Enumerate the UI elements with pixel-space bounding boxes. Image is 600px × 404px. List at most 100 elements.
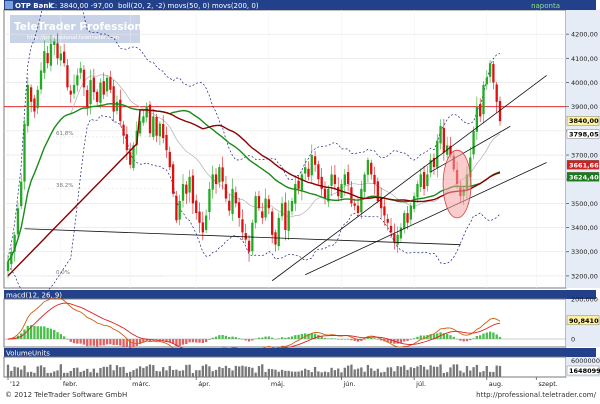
candle-body (23, 123, 26, 182)
volume-bar (386, 367, 389, 377)
volume-bar (53, 371, 56, 377)
candle-body (122, 124, 125, 136)
volume-bar (307, 370, 310, 377)
volume-bar (16, 367, 20, 377)
candle-body (112, 86, 115, 112)
macd-histogram-bar (218, 335, 221, 339)
candle-body (89, 80, 92, 105)
candle-body (370, 162, 373, 175)
candle-body (29, 87, 33, 102)
volume-bar (82, 370, 86, 377)
volume-bar (469, 370, 472, 377)
time-tick-label: máj. (271, 380, 285, 388)
macd-histogram-bar (99, 339, 102, 346)
price-tick-label: 4200,00 (571, 31, 598, 39)
candle-body (26, 84, 29, 127)
macd-histogram-bar (498, 336, 502, 339)
candle-body (317, 164, 320, 180)
volume-bar (389, 367, 393, 377)
volume-bar (327, 372, 330, 377)
chart-canvas: OTP Bank C: 3840,00 -97,00 boll(20, 2, -… (0, 0, 600, 400)
footer-url[interactable]: http://professional.teletrader.com/ (476, 391, 596, 399)
candle-body (86, 90, 89, 107)
macd-histogram-bar (26, 325, 29, 339)
time-tick-label: febr. (63, 380, 78, 388)
candle-body (181, 184, 185, 201)
price-tick-label: 3500,00 (571, 200, 598, 208)
volume-bar (165, 370, 168, 377)
candle-body (105, 77, 109, 92)
candle-body (218, 167, 221, 183)
candle-body (323, 188, 327, 199)
volume-bar (102, 366, 105, 377)
volume-bar (429, 365, 432, 377)
macd-histogram-bar (492, 332, 495, 339)
volume-bar (214, 369, 218, 377)
candle-body (403, 213, 406, 229)
volume-bar (49, 372, 53, 377)
volume-bar (231, 370, 234, 377)
volume-bar (201, 365, 204, 377)
macd-histogram-bar (204, 339, 208, 343)
volume-bar (452, 364, 455, 377)
candle-body (261, 211, 264, 218)
macd-histogram-bar (165, 339, 168, 342)
volume-bar (330, 367, 333, 377)
macd-histogram-bar (231, 336, 234, 339)
macd-histogram-bar (92, 339, 96, 346)
volume-bar (455, 364, 459, 377)
candle-body (43, 51, 46, 73)
candle-body (6, 261, 10, 272)
macd-histogram-bar (115, 339, 119, 345)
macd-histogram-bar (69, 339, 72, 342)
candle-body (307, 168, 310, 177)
volume-bar (39, 365, 43, 377)
volume-bar (115, 365, 119, 377)
price-tick-label: 3700,00 (571, 152, 598, 160)
header-indicators: boll(20, 2, -2) movs(50, 0) movs(200, 0) (118, 2, 259, 10)
macd-histogram-bar (436, 333, 439, 339)
macd-histogram-bar (178, 339, 181, 346)
macd-histogram-bar (198, 339, 201, 343)
header-period[interactable]: naponta (531, 2, 560, 10)
candle-body (59, 53, 62, 61)
volume-bar (185, 364, 188, 377)
macd-histogram-bar (228, 336, 231, 339)
macd-histogram-bar (416, 336, 419, 339)
candle-body (244, 233, 247, 240)
volume-bar (66, 372, 69, 377)
volume-bar (261, 364, 264, 377)
candle-body (257, 196, 261, 209)
volume-bar (43, 367, 46, 377)
volume-bar (366, 364, 370, 377)
volume-bar (20, 369, 23, 377)
macd-histogram-bar (449, 335, 452, 339)
candle-body (82, 69, 86, 88)
watermark-brand: TeleTrader Professional (14, 21, 153, 33)
volume-bar (228, 368, 231, 377)
volume-panel-label: VolumeUnits (6, 350, 50, 358)
volume-bar (204, 364, 208, 377)
time-tick-label: jún. (343, 380, 356, 388)
volume-bar (337, 368, 340, 377)
volume-bar (132, 370, 135, 377)
candle-body (66, 65, 69, 88)
volume-bar (6, 364, 10, 377)
candle-body (399, 227, 403, 239)
volume-bar (145, 366, 148, 377)
volume-bar (46, 372, 49, 377)
macd-histogram-bar (53, 329, 56, 339)
volume-bar (56, 370, 59, 377)
candle-body (294, 184, 297, 204)
fib-level-label: 0,0% (56, 270, 70, 276)
fib-level-label: 61,8% (56, 131, 73, 137)
macd-histogram-bar (43, 326, 46, 339)
price-marker-label: 3624,40 (569, 173, 599, 181)
candle-body (102, 81, 105, 95)
macd-histogram-bar (214, 336, 218, 339)
volume-bar (449, 367, 452, 377)
volume-bar (188, 364, 191, 377)
volume-bar (485, 365, 488, 377)
candle-body (237, 202, 241, 218)
macd-histogram-bar (125, 339, 129, 348)
